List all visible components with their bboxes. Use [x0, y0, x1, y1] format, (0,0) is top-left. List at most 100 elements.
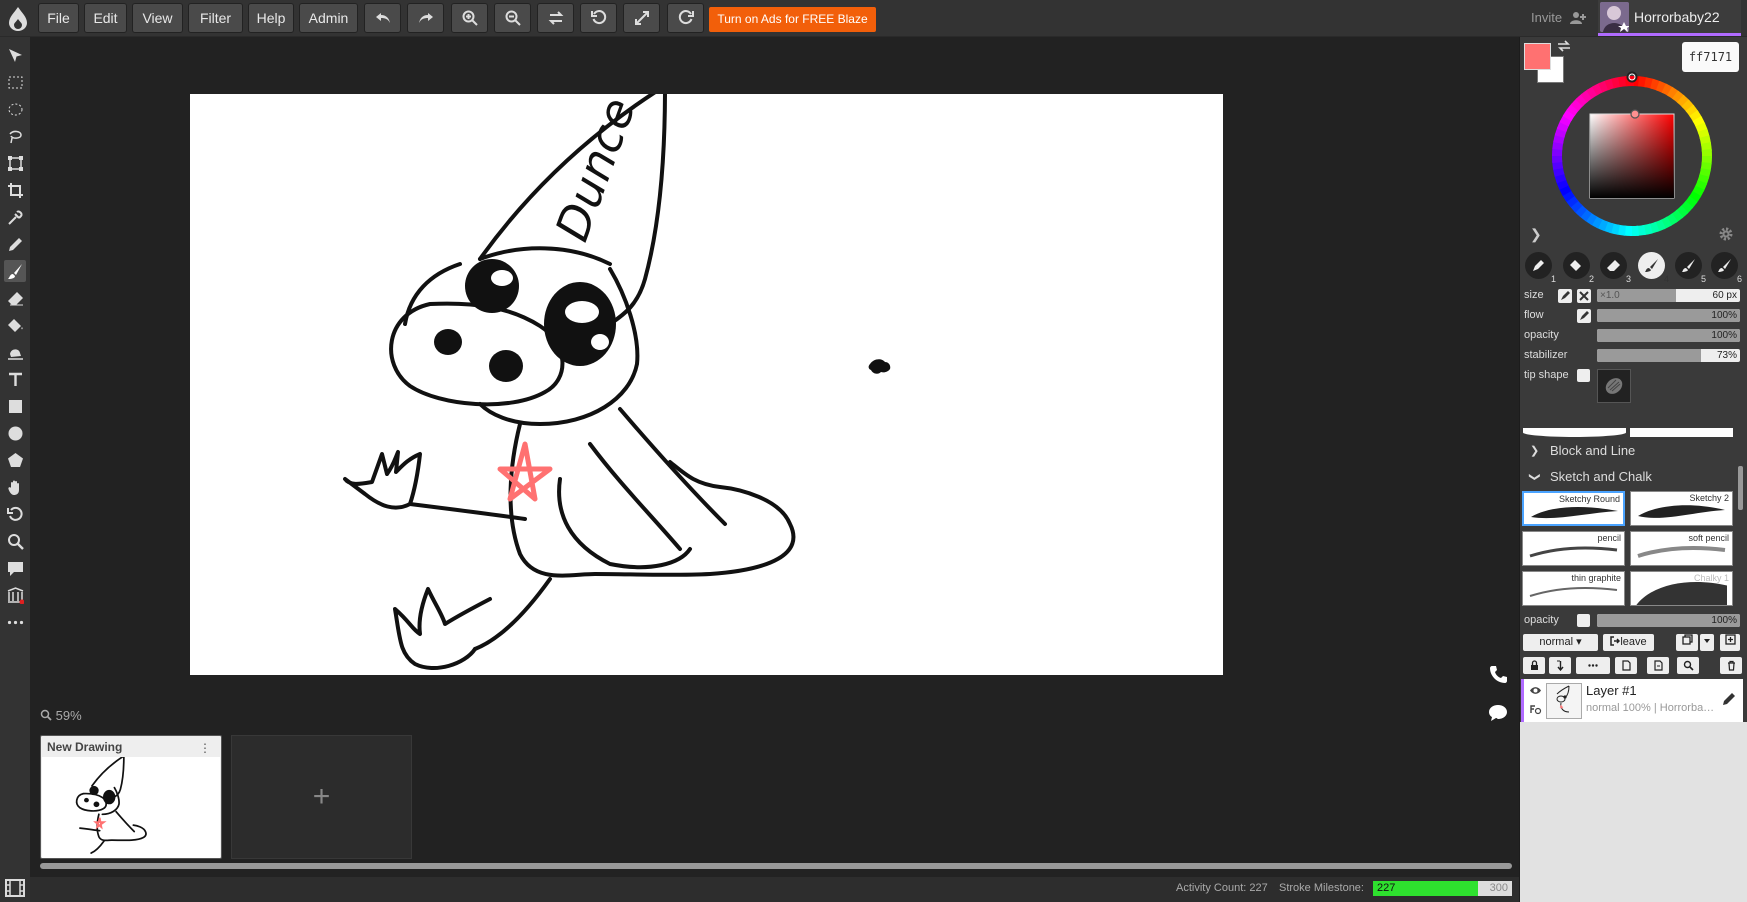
text-tool[interactable] [4, 368, 26, 390]
brush-tile-chalky-1[interactable]: Chalky 1 [1630, 571, 1733, 606]
primary-color-swatch[interactable] [1524, 43, 1551, 70]
flow-slider[interactable]: 100% [1597, 309, 1740, 322]
brush-slot-1[interactable]: 1 [1525, 252, 1556, 284]
menu-edit[interactable]: Edit [84, 3, 127, 33]
brush-tile-sketchy-round[interactable]: Sketchy Round [1522, 491, 1625, 526]
eraser-tool[interactable] [4, 287, 26, 309]
brush-tile-soft-pencil[interactable]: soft pencil [1630, 531, 1733, 566]
layer-row[interactable]: Layer #1 normal 100% | Horrorba… [1521, 679, 1743, 722]
brush-slot-6[interactable]: 6 [1711, 252, 1742, 284]
copy-layer-button[interactable] [1615, 657, 1637, 674]
add-drawing-button[interactable]: + [231, 735, 412, 859]
move-tool[interactable] [4, 44, 26, 66]
blend-mode-select[interactable]: normal ▾ [1523, 634, 1598, 651]
zoom-out-icon [505, 10, 521, 26]
menu-filter[interactable]: Filter [188, 3, 243, 33]
app-logo-icon[interactable] [6, 6, 30, 32]
zoom-in-button[interactable] [451, 3, 488, 33]
brush-slot-5[interactable]: 5 [1675, 252, 1706, 284]
brush-group-block-and-line[interactable]: ❯ Block and Line [1520, 439, 1738, 463]
pencil-tool[interactable] [4, 233, 26, 255]
brush-group-sketch-and-chalk[interactable]: ❯ Sketch and Chalk [1520, 465, 1738, 489]
stabilizer-slider[interactable]: 73% [1597, 349, 1740, 362]
rectangle-tool[interactable] [4, 395, 26, 417]
more-tools[interactable] [4, 611, 26, 633]
duplicate-layer-button[interactable] [1676, 634, 1698, 651]
rotate-view-tool[interactable] [4, 503, 26, 525]
layer-name[interactable]: Layer #1 [1586, 683, 1637, 698]
brush-list-scrollbar[interactable] [1738, 466, 1743, 510]
ellipse-select-tool[interactable] [4, 98, 26, 120]
avatar[interactable] [1600, 2, 1629, 32]
hand-tool[interactable] [4, 476, 26, 498]
swap-colors-icon[interactable] [1557, 40, 1571, 52]
zoom-tool[interactable] [4, 530, 26, 552]
phone-icon[interactable] [1488, 664, 1508, 684]
polygon-tool[interactable] [4, 449, 26, 471]
drawing-canvas[interactable]: Dunce [190, 94, 1223, 675]
rotate-right-button[interactable] [667, 3, 704, 33]
comment-tool[interactable] [4, 557, 26, 579]
paste-layer-button[interactable] [1647, 657, 1669, 674]
brush-tile-pencil[interactable]: pencil [1522, 531, 1625, 566]
pencil-icon[interactable] [1722, 692, 1736, 706]
rect-select-tool[interactable] [4, 71, 26, 93]
tip-shape-preview[interactable] [1597, 369, 1631, 403]
invite-link[interactable]: Invite [1531, 10, 1562, 25]
zoom-out-button[interactable] [494, 3, 531, 33]
brush-tile-sketchy-2[interactable]: Sketchy 2 [1630, 491, 1733, 526]
turn-on-ads-button[interactable]: Turn on Ads for FREE Blaze 🔥 [709, 7, 876, 51]
flip-button[interactable] [537, 3, 574, 33]
expand-panel-arrow[interactable]: ❯ [1530, 226, 1542, 243]
zoom-indicator[interactable]: 59% [40, 708, 82, 723]
transform-tool[interactable] [4, 152, 26, 174]
size-pressure-toggle[interactable] [1558, 289, 1572, 303]
more-layer-actions[interactable] [1576, 657, 1610, 674]
brush-tool[interactable] [4, 260, 26, 282]
color-wheel[interactable] [1543, 67, 1721, 245]
layer-opacity-slider[interactable]: 100% [1597, 614, 1740, 627]
add-user-icon[interactable] [1570, 11, 1586, 25]
flow-pressure-toggle[interactable] [1577, 309, 1591, 323]
eyedropper-tool[interactable] [4, 206, 26, 228]
menu-view[interactable]: View [132, 3, 183, 33]
horizontal-scrollbar[interactable] [40, 863, 1512, 869]
layer-settings-icon[interactable] [1529, 702, 1542, 715]
size-slider[interactable]: ×1.0 60 px [1597, 289, 1740, 302]
size-scale-toggle[interactable] [1577, 289, 1591, 303]
fill-tool[interactable] [4, 314, 26, 336]
gear-icon[interactable] [1718, 226, 1734, 242]
menu-admin[interactable]: Admin [299, 3, 358, 33]
delete-layer-button[interactable] [1720, 657, 1742, 674]
brush-slot-3[interactable]: 3 [1600, 252, 1631, 284]
tip-shape-checkbox[interactable] [1577, 369, 1590, 382]
crop-tool[interactable] [4, 179, 26, 201]
layer-options-dropdown[interactable] [1700, 634, 1714, 651]
smudge-tool[interactable] [4, 341, 26, 363]
leave-button[interactable]: leave [1603, 634, 1654, 651]
opacity-slider[interactable]: 100% [1597, 329, 1740, 342]
fullscreen-button[interactable] [623, 3, 660, 33]
search-layer-button[interactable] [1677, 657, 1699, 674]
brush-tile-thin-graphite[interactable]: thin graphite [1522, 571, 1625, 606]
gallery-tool[interactable] [4, 584, 26, 606]
redo-button[interactable] [407, 3, 444, 33]
menu-help[interactable]: Help [248, 3, 294, 33]
add-layer-button[interactable] [1720, 634, 1740, 651]
undo-button[interactable] [364, 3, 401, 33]
menu-file[interactable]: File [38, 3, 79, 33]
lock-layer-button[interactable] [1523, 657, 1545, 674]
film-icon[interactable] [5, 879, 25, 897]
merge-down-button[interactable] [1549, 657, 1571, 674]
layer-opacity-checkbox[interactable] [1577, 614, 1590, 627]
lasso-tool[interactable] [4, 125, 26, 147]
chat-icon[interactable] [1488, 703, 1508, 723]
drawing-thumbnail-card[interactable]: New Drawing ⋮ [40, 735, 222, 859]
ellipse-tool[interactable] [4, 422, 26, 444]
username[interactable]: Horrorbaby22 [1634, 9, 1720, 25]
eye-icon[interactable] [1529, 684, 1542, 697]
rotate-left-button[interactable] [580, 3, 617, 33]
brush-slot-2[interactable]: 2 [1563, 252, 1594, 284]
thumbnail-menu-button[interactable]: ⋮ [199, 741, 211, 755]
brush-slot-4[interactable]: 4 [1638, 252, 1669, 284]
